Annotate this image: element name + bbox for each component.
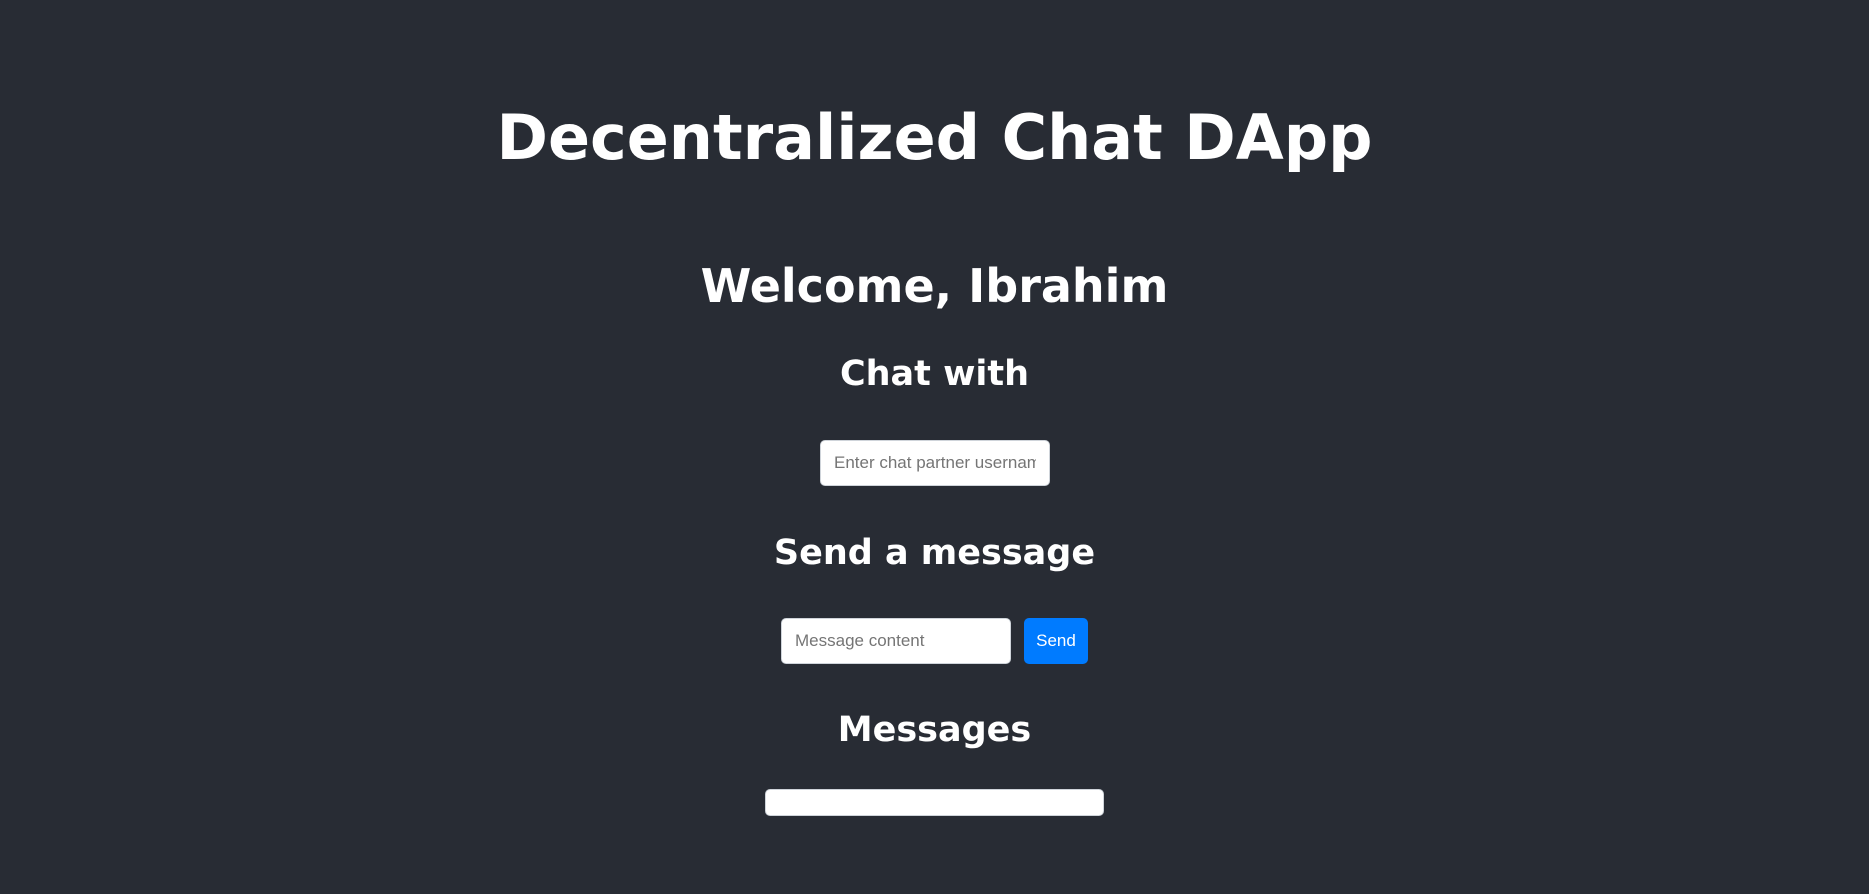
send-message-heading: Send a message	[773, 533, 1096, 573]
app-root: Decentralized Chat DApp Welcome, Ibrahim…	[0, 0, 1869, 894]
page-title: Decentralized Chat DApp	[496, 101, 1373, 174]
chat-partner-input[interactable]	[820, 440, 1050, 486]
send-button[interactable]: Send	[1024, 618, 1088, 664]
message-content-input[interactable]	[781, 618, 1011, 664]
chat-with-heading: Chat with	[839, 354, 1030, 394]
messages-list	[765, 789, 1104, 816]
welcome-heading: Welcome, Ibrahim	[700, 259, 1169, 313]
messages-heading: Messages	[837, 710, 1032, 750]
